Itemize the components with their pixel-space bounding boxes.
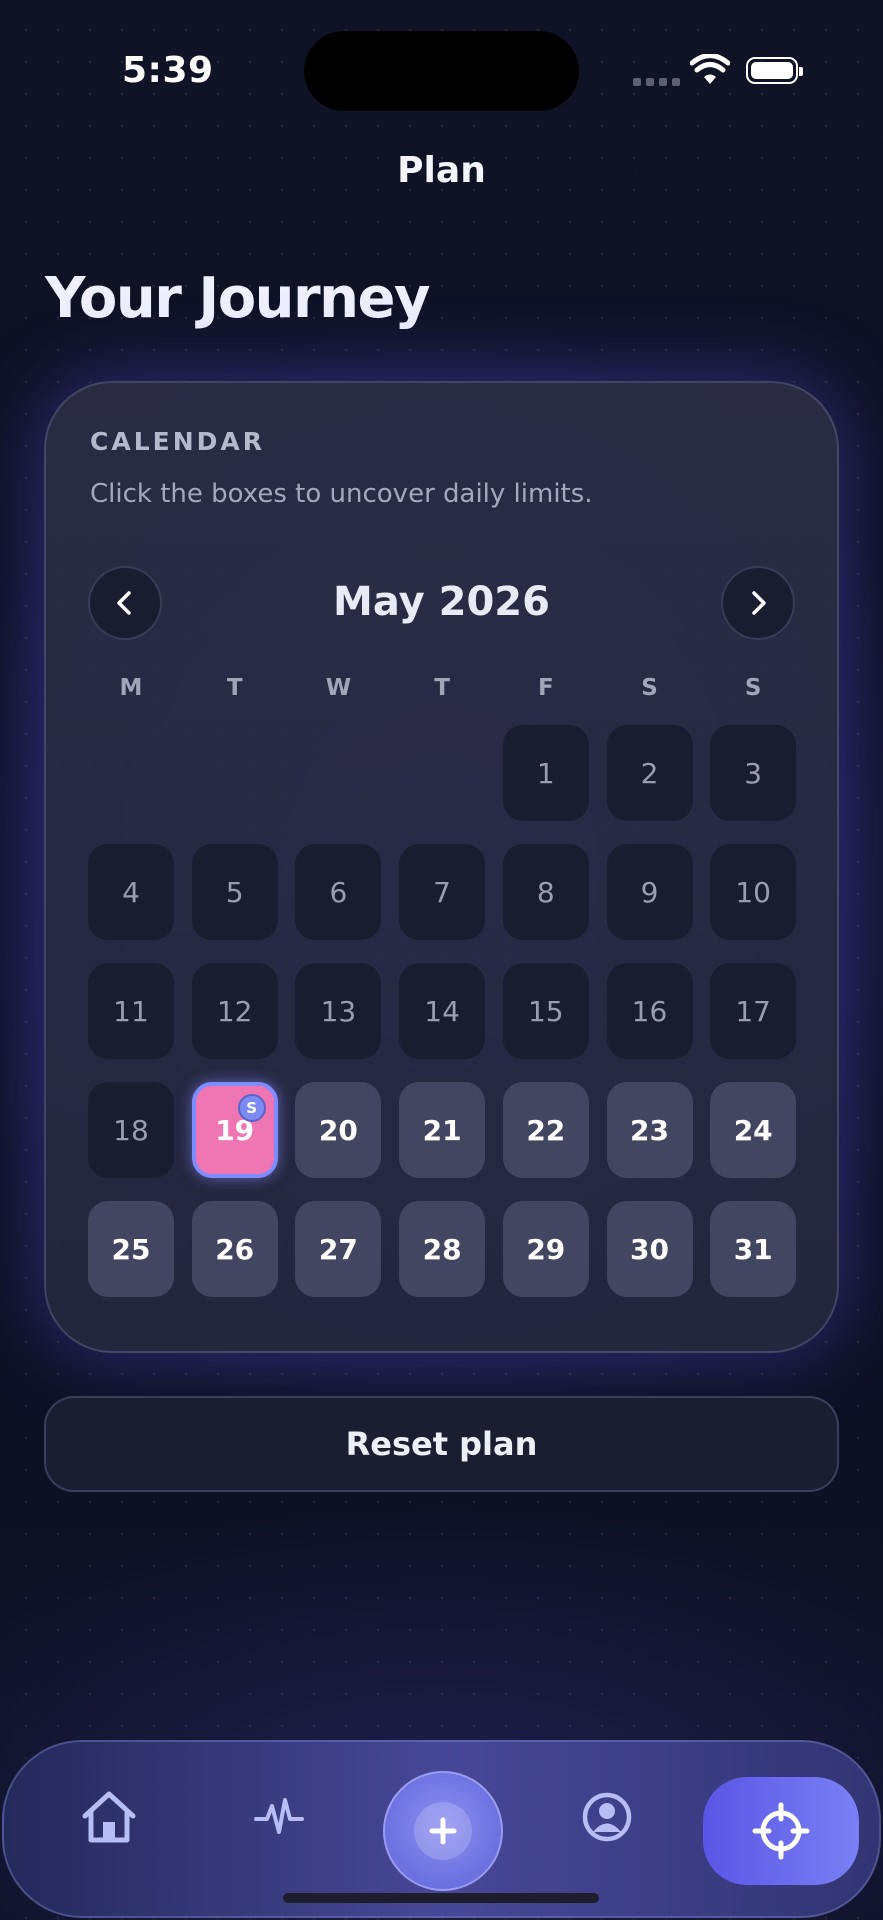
calendar-day[interactable]: 29 xyxy=(502,1201,589,1297)
day-number: 7 xyxy=(433,875,451,909)
target-icon xyxy=(752,1802,810,1860)
profile-icon xyxy=(582,1792,632,1842)
day-number: 9 xyxy=(640,875,659,909)
day-number: 16 xyxy=(631,994,668,1028)
calendar-day[interactable]: 25 xyxy=(88,1201,174,1297)
day-number: 21 xyxy=(422,1113,462,1147)
weekday-label: S xyxy=(744,675,762,701)
calendar-day[interactable]: 22 xyxy=(502,1082,589,1178)
day-number: 29 xyxy=(526,1232,566,1266)
home-indicator xyxy=(283,1893,599,1903)
signal-icon xyxy=(633,78,680,86)
day-number: 13 xyxy=(320,994,357,1028)
add-button-inner xyxy=(414,1802,472,1860)
day-badge: S xyxy=(237,1094,266,1122)
day-number: 6 xyxy=(329,875,348,909)
tab-profile[interactable] xyxy=(572,1782,642,1852)
calendar-day[interactable]: 11 xyxy=(88,963,174,1059)
day-number: 8 xyxy=(536,875,555,909)
calendar-day[interactable]: 31 xyxy=(710,1201,797,1297)
tab-activity[interactable] xyxy=(244,1782,314,1852)
calendar-day[interactable]: 5 xyxy=(191,844,278,940)
calendar-day[interactable]: 20 xyxy=(295,1082,382,1178)
calendar-day[interactable]: 13 xyxy=(295,963,382,1059)
calendar-day[interactable]: 2 xyxy=(606,725,693,821)
calendar-day[interactable]: 17 xyxy=(710,963,797,1059)
day-number: 24 xyxy=(733,1113,773,1147)
activity-icon xyxy=(254,1798,304,1834)
day-number: 2 xyxy=(640,756,659,790)
calendar-day[interactable]: 8 xyxy=(502,844,589,940)
calendar-day[interactable]: 1 xyxy=(502,725,589,821)
day-number: 11 xyxy=(113,994,149,1028)
weekday-header: MTWTFSS xyxy=(88,675,796,715)
wifi-icon xyxy=(690,54,730,84)
day-number: 23 xyxy=(630,1113,669,1147)
battery-icon xyxy=(746,57,803,84)
add-icon xyxy=(429,1817,457,1845)
day-number: 26 xyxy=(215,1232,255,1266)
day-number: 27 xyxy=(318,1232,358,1266)
calendar-label: CALENDAR xyxy=(90,427,265,456)
tab-bar xyxy=(2,1740,881,1918)
calendar-day[interactable]: 16 xyxy=(606,963,693,1059)
calendar-day[interactable]: 12 xyxy=(191,963,278,1059)
weekday-label: T xyxy=(226,675,243,701)
chevron-right-icon xyxy=(752,591,766,615)
day-number: 30 xyxy=(630,1232,669,1266)
nav-title: Plan xyxy=(397,150,486,191)
calendar-day[interactable]: 15 xyxy=(502,963,589,1059)
calendar-day[interactable]: 23 xyxy=(606,1082,693,1178)
weekday-label: S xyxy=(641,675,658,701)
calendar-day[interactable]: 26 xyxy=(191,1201,278,1297)
day-number: 3 xyxy=(744,756,763,790)
home-icon xyxy=(82,1791,136,1843)
day-number: 25 xyxy=(111,1232,151,1266)
tab-target[interactable] xyxy=(703,1777,859,1885)
day-number: 15 xyxy=(527,994,564,1028)
calendar-day[interactable]: 27 xyxy=(295,1201,382,1297)
day-number: 18 xyxy=(113,1113,149,1147)
day-number: 17 xyxy=(735,994,771,1028)
day-number: 1 xyxy=(536,756,555,790)
calendar-day[interactable]: 18 xyxy=(88,1082,174,1178)
day-number: 12 xyxy=(216,994,253,1028)
day-number: 14 xyxy=(424,994,460,1028)
calendar-day[interactable]: 30 xyxy=(606,1201,693,1297)
day-number: 4 xyxy=(122,875,140,909)
calendar-day[interactable]: 7 xyxy=(399,844,486,940)
calendar-day[interactable]: 6 xyxy=(295,844,382,940)
tab-add[interactable] xyxy=(383,1771,503,1891)
day-number: 28 xyxy=(422,1232,462,1266)
calendar-subtitle: Click the boxes to uncover daily limits. xyxy=(90,479,593,509)
page-title: Your Journey xyxy=(45,266,431,331)
dynamic-island xyxy=(304,31,579,111)
weekday-label: M xyxy=(119,675,143,701)
calendar-card: CALENDAR Click the boxes to uncover dail… xyxy=(44,381,839,1353)
day-number: 10 xyxy=(735,875,771,909)
calendar-day[interactable]: 24 xyxy=(710,1082,797,1178)
next-month-button[interactable] xyxy=(721,566,795,640)
month-title: May 2026 xyxy=(333,579,550,625)
calendar-day[interactable]: 14 xyxy=(399,963,486,1059)
day-number: 31 xyxy=(733,1232,773,1266)
calendar-day[interactable]: 3 xyxy=(710,725,797,821)
weekday-label: W xyxy=(325,675,352,701)
calendar-day[interactable]: 28 xyxy=(399,1201,486,1297)
calendar-day[interactable]: 9 xyxy=(606,844,693,940)
weekday-label: T xyxy=(434,675,450,701)
day-number: 5 xyxy=(225,875,244,909)
calendar-day-today[interactable]: 19 S xyxy=(191,1082,278,1178)
day-number: 20 xyxy=(318,1113,358,1147)
calendar-day[interactable]: 10 xyxy=(710,844,797,940)
tab-home[interactable] xyxy=(74,1782,144,1852)
status-time: 5:39 xyxy=(122,50,214,91)
calendar-day[interactable]: 21 xyxy=(399,1082,486,1178)
weekday-label: F xyxy=(537,675,554,701)
reset-plan-button[interactable]: Reset plan xyxy=(44,1396,839,1492)
calendar-day[interactable]: 4 xyxy=(88,844,174,940)
day-number: 22 xyxy=(526,1113,566,1147)
calendar-grid: 1 2 3 4 5 6 7 8 9 10 11 12 13 14 15 16 17 18 19 S 20 21 22 23 24… xyxy=(88,725,797,1325)
